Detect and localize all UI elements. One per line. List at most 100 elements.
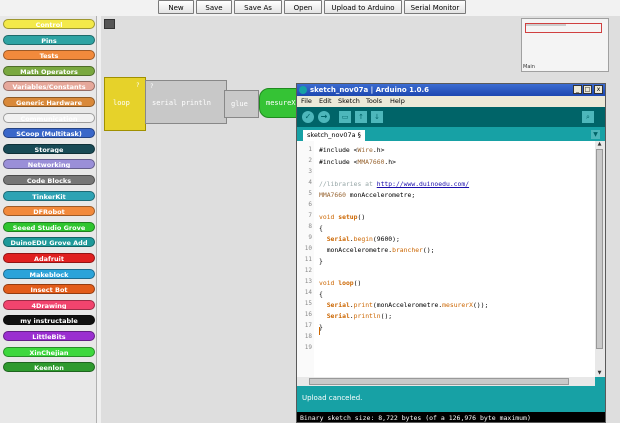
ide-window-title: sketch_nov07a | Arduino 1.0.6 [310,86,430,94]
category-makeblock[interactable]: Makeblock [3,268,95,279]
category-seeed-studio-grove[interactable]: Seeed Studio Grove [3,221,95,232]
menu-file[interactable]: File [301,96,312,107]
loop-block-label: loop [113,99,130,107]
code-line: void loop() [319,279,362,287]
serial-println-block[interactable]: ? serial println [145,80,227,124]
category-math-operators[interactable]: Math Operators [3,65,95,76]
save-sketch-icon[interactable]: ↓ [371,111,383,123]
category-dfrobot[interactable]: DFRobot [3,206,95,217]
line-number: 19 [304,344,312,351]
line-number: 13 [304,278,312,285]
line-number: 2 [308,157,312,164]
line-number: 12 [304,267,312,274]
code-line: Serial.println(); [326,312,393,320]
scroll-thumb[interactable] [309,378,569,385]
help-icon: ? [150,83,154,90]
menu-tools[interactable]: Tools [366,96,382,107]
status-message: Upload canceled. [302,394,363,402]
minimap-viewport[interactable] [525,23,602,33]
line-number: 15 [304,300,312,307]
category-insect-bot[interactable]: Insect Bot [3,284,95,295]
glue-block[interactable]: glue [224,90,259,118]
code-editor[interactable]: 1 2 3 4 5 6 7 8 9 10 11 12 13 14 15 16 17 18 19 #include <… [297,141,595,377]
glue-block-label: glue [231,100,248,108]
arduino-logo-icon [299,86,307,94]
category-pins[interactable]: Pins [3,34,95,45]
loop-block[interactable]: ? loop [104,77,146,131]
line-number: 11 [304,256,312,263]
save-as-button[interactable]: Save As [234,0,282,14]
line-number-gutter: 1 2 3 4 5 6 7 8 9 10 11 12 13 14 15 16 17 18 19 [297,141,314,377]
open-button[interactable]: Open [284,0,322,14]
verify-icon[interactable]: ✓ [302,111,314,123]
line-number: 14 [304,289,312,296]
ide-menu-bar: File Edit Sketch Tools Help [297,96,605,107]
category-code-blocks[interactable]: Code Blocks [3,175,95,185]
minimap-label: Main [523,64,535,70]
minimize-button[interactable]: _ [573,85,582,94]
category-storage[interactable]: Storage [3,143,95,154]
new-sketch-icon[interactable]: ▭ [339,111,351,123]
line-number: 10 [304,245,312,252]
category-littlebits[interactable]: LittleBits [3,331,95,341]
code-line: void setup() [319,213,366,221]
status-bar: Upload canceled. [297,386,605,412]
workspace-corner-icon [104,19,115,29]
category-communication[interactable]: Communication [3,112,95,123]
line-number: 3 [308,168,312,175]
category-scoop-multitask[interactable]: SCoop (Multitask) [3,128,95,139]
upload-button[interactable]: Upload to Arduino [324,0,402,14]
scroll-up-icon[interactable]: ▲ [596,141,603,148]
new-button[interactable]: New [158,0,194,14]
category-tests[interactable]: Tests [3,50,95,61]
category-keenlon[interactable]: Keenlon [3,362,95,373]
code-line: } [319,257,323,265]
category-control[interactable]: Control [3,19,95,29]
save-button[interactable]: Save [196,0,232,14]
category-tinkerkit[interactable]: TinkerKit [3,190,95,201]
scroll-down-icon[interactable]: ▼ [596,370,603,377]
menu-sketch[interactable]: Sketch [338,96,360,107]
menu-help[interactable]: Help [390,96,405,107]
menu-edit[interactable]: Edit [319,96,332,107]
code-line: Serial.print(monAccelerometre.mesurerX()… [326,301,489,309]
mesure-block[interactable]: mesureX [259,88,299,118]
open-sketch-icon[interactable]: ↑ [355,111,367,123]
code-line: //libraries at http://www.duinoedu.com/ [319,180,470,188]
category-adafruit[interactable]: Adafruit [3,253,95,263]
maximize-button[interactable]: □ [583,85,592,94]
upload-icon[interactable]: → [318,111,330,123]
code-line: monAccelerometre.brancher(); [319,246,435,254]
editor-vertical-scrollbar[interactable]: ▲ ▼ [595,141,605,377]
sketch-tab[interactable]: sketch_nov07a § [303,130,365,141]
category-generic-hardware[interactable]: Generic Hardware [3,97,95,107]
code-line: { [319,224,323,232]
category-4drawing[interactable]: 4Drawing [3,299,95,310]
main-toolbar: New Save Save As Open Upload to Arduino … [0,0,620,16]
serial-monitor-button[interactable]: Serial Monitor [404,0,466,14]
workspace-minimap[interactable]: Main [521,18,609,72]
code-line: #include <MMA7660.h> [319,158,396,166]
code-line: Serial.begin(9600); [326,235,400,243]
category-variables-constants[interactable]: Variables/Constants [3,81,95,92]
line-number: 16 [304,311,312,318]
line-number: 4 [308,179,312,186]
serial-monitor-icon[interactable]: ⌕ [582,111,594,123]
category-xinchejian[interactable]: XinChejian [3,346,95,357]
scroll-thumb[interactable] [596,149,603,349]
help-icon: ? [136,82,140,89]
line-number: 1 [308,146,312,153]
ide-toolbar: ✓ → ▭ ↑ ↓ ⌕ [297,107,605,127]
block-workspace[interactable]: ? loop ? serial println glue mesureX Mai… [101,16,620,423]
serial-println-label: serial println [152,99,212,107]
line-number: 7 [308,212,312,219]
tab-menu-icon[interactable]: ▼ [591,130,600,139]
category-my-instructable[interactable]: my instructable [3,315,95,326]
category-networking[interactable]: Networking [3,159,95,170]
code-line: MMA7660 monAccelerometre; [319,191,416,199]
category-duinoedu-grove-add[interactable]: DuinoEDU Grove Add [3,237,95,248]
ide-title-bar[interactable]: sketch_nov07a | Arduino 1.0.6 _ □ x [297,84,605,96]
close-button[interactable]: x [594,85,603,94]
ide-tab-bar: sketch_nov07a § ▼ [297,127,605,141]
editor-horizontal-scrollbar[interactable] [297,377,595,386]
